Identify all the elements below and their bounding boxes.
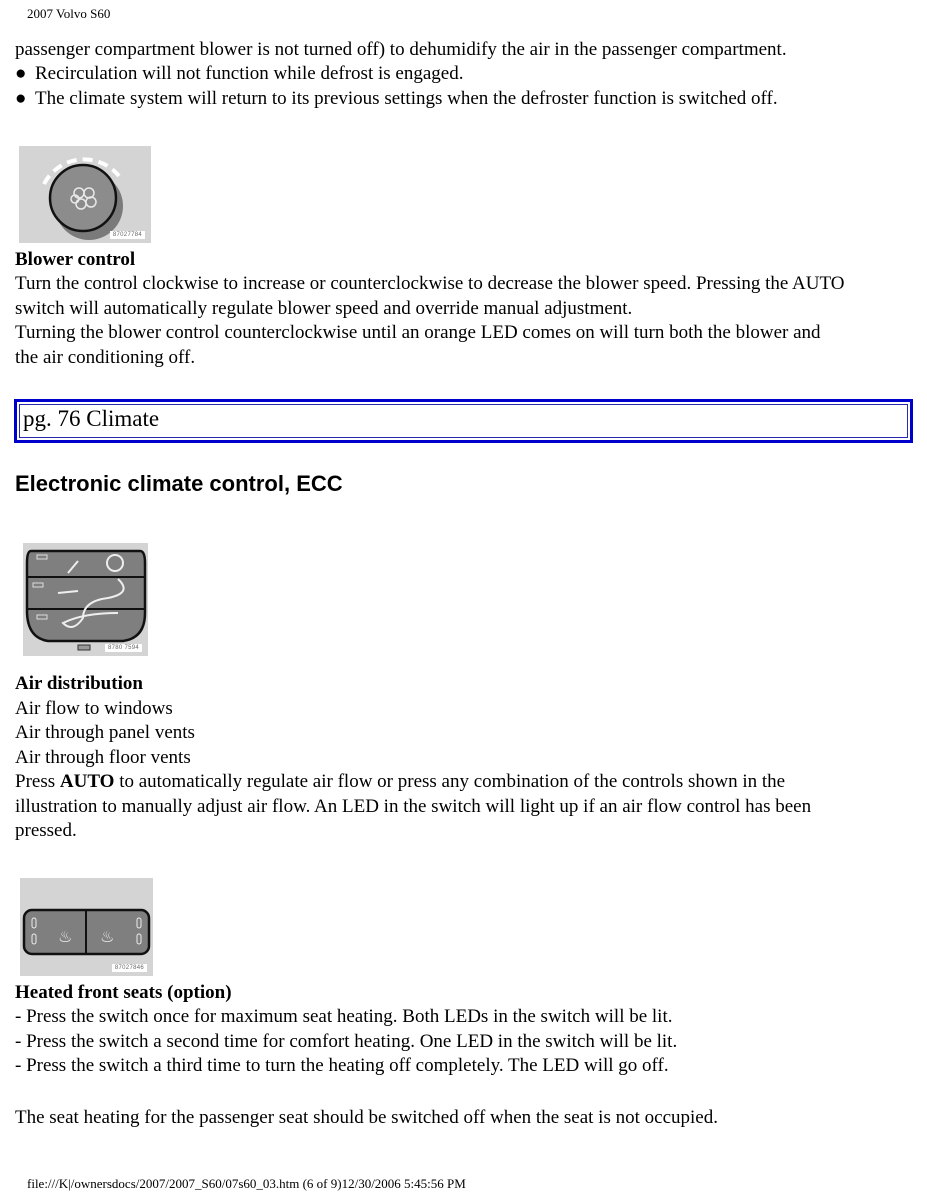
page-marker: pg. 76 Climate	[14, 399, 913, 443]
air-item: Air through panel vents	[15, 722, 195, 743]
air-heading: Air distribution	[15, 673, 143, 694]
section-heading: Electronic climate control, ECC	[15, 471, 343, 496]
seats-note: The seat heating for the passenger seat …	[15, 1107, 718, 1128]
blower-text: switch will automatically regulate blowe…	[15, 298, 633, 319]
image-code: 87027784	[109, 231, 145, 239]
air-text: illustration to manually adjust air flow…	[15, 796, 812, 817]
document-header: 2007 Volvo S60	[27, 6, 111, 21]
bullet-item: ● The climate system will return to its p…	[15, 87, 778, 112]
air-text: Press AUTO to automatically regulate air…	[15, 771, 786, 792]
seats-step: - Press the switch a second time for com…	[15, 1031, 678, 1052]
blower-control-image: 87027784	[19, 146, 151, 243]
intro-continuation: passenger compartment blower is not turn…	[15, 39, 787, 60]
bullet-icon: ●	[15, 88, 27, 109]
blower-knob-icon	[42, 157, 123, 240]
air-distribution-image: 8780 7594	[23, 543, 148, 656]
air-text: pressed.	[15, 820, 77, 841]
image-code: 87027846	[111, 964, 147, 972]
svg-text:♨: ♨	[58, 929, 72, 946]
air-item: Air through floor vents	[15, 747, 191, 768]
svg-text:♨: ♨	[100, 929, 114, 946]
blower-text: Turning the blower control counterclockw…	[15, 322, 821, 343]
seats-heading: Heated front seats (option)	[15, 982, 232, 1003]
air-distribution-panel-icon	[25, 549, 147, 651]
air-item: Air flow to windows	[15, 698, 173, 719]
seats-step: - Press the switch once for maximum seat…	[15, 1006, 673, 1027]
bullet-icon: ●	[15, 63, 27, 84]
blower-heading: Blower control	[15, 249, 136, 270]
blower-text: the air conditioning off.	[15, 347, 196, 368]
blower-text: Turn the control clockwise to increase o…	[15, 273, 845, 294]
seats-step: - Press the switch a third time to turn …	[15, 1055, 669, 1076]
seat-heating-switch-icon: ♨ ♨	[22, 908, 151, 956]
bullet-item: ● Recirculation will not function while d…	[15, 62, 463, 87]
image-code: 8780 7594	[104, 644, 142, 652]
page-marker-label: pg. 76 Climate	[23, 406, 160, 431]
document-footer: file:///K|/ownersdocs/2007/2007_S60/07s6…	[27, 1176, 466, 1191]
heated-seats-image: ♨ ♨ 87027846	[20, 878, 153, 976]
